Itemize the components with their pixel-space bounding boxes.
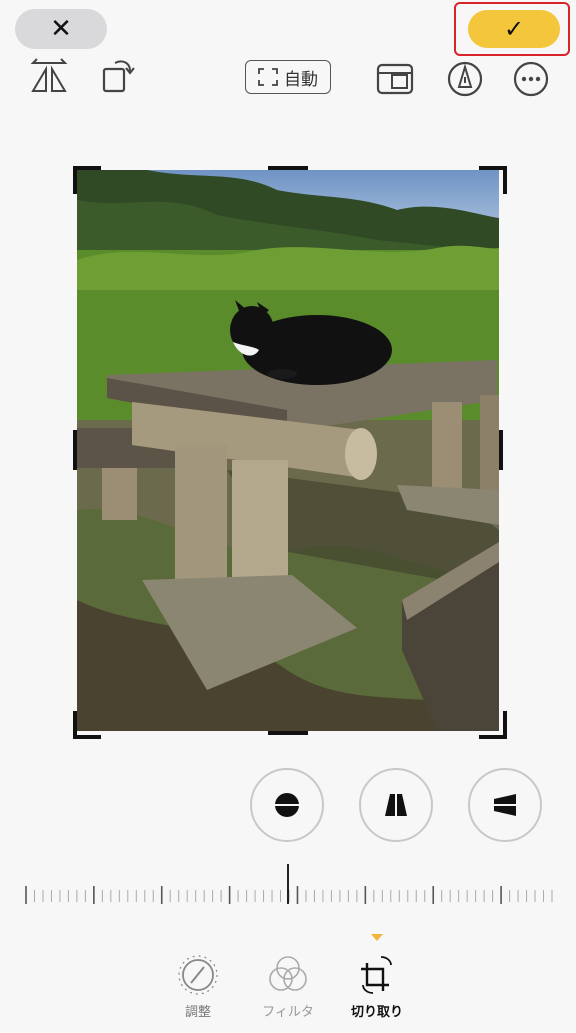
crop-corner-top-right[interactable] bbox=[479, 166, 507, 194]
auto-button[interactable]: 自動 bbox=[245, 60, 331, 94]
filters-icon bbox=[269, 956, 307, 991]
crop-edge-left-handle[interactable] bbox=[73, 430, 77, 470]
crop-corner-bottom-right[interactable] bbox=[479, 711, 507, 739]
tab-adjust-label: 調整 bbox=[184, 1005, 211, 1020]
crop-edge-top-handle[interactable] bbox=[268, 166, 308, 170]
adjust-dial-icon bbox=[178, 955, 218, 995]
horizontal-perspective-button[interactable] bbox=[468, 768, 542, 842]
crop-icon bbox=[361, 956, 392, 994]
photo-canvas[interactable] bbox=[77, 170, 499, 731]
auto-straighten-icon bbox=[258, 68, 278, 86]
crop-edge-bottom-handle[interactable] bbox=[268, 731, 308, 735]
vertical-perspective-button[interactable] bbox=[359, 768, 433, 842]
vertical-perspective-icon bbox=[385, 790, 407, 820]
rotate-icon[interactable] bbox=[99, 55, 139, 95]
selected-tab-indicator bbox=[371, 934, 383, 941]
flip-horizontal-icon[interactable] bbox=[29, 57, 69, 97]
aspect-ratio-icon[interactable] bbox=[375, 59, 415, 99]
cat-on-bench-photo bbox=[77, 170, 499, 731]
tab-adjust[interactable]: 調整 bbox=[158, 953, 238, 1033]
checkmark-icon: ✓ bbox=[503, 15, 525, 43]
horizon-straighten-icon bbox=[272, 793, 302, 817]
tab-crop[interactable]: 切り取り bbox=[337, 953, 417, 1033]
tab-filters[interactable]: フィルタ bbox=[248, 953, 328, 1033]
horizon-straighten-button[interactable] bbox=[250, 768, 324, 842]
more-icon[interactable] bbox=[511, 59, 551, 99]
crop-corner-bottom-left[interactable] bbox=[73, 711, 101, 739]
auto-label: 自動 bbox=[284, 69, 318, 90]
close-icon: ✕ bbox=[50, 14, 72, 44]
markup-icon[interactable] bbox=[445, 59, 485, 99]
done-button[interactable]: ✓ bbox=[468, 10, 560, 48]
tab-crop-label: 切り取り bbox=[350, 1005, 403, 1020]
crop-corner-top-left[interactable] bbox=[73, 166, 101, 194]
crop-edge-right-handle[interactable] bbox=[499, 430, 503, 470]
horizontal-perspective-icon bbox=[490, 794, 520, 816]
cancel-button[interactable]: ✕ bbox=[15, 9, 107, 49]
tab-filters-label: フィルタ bbox=[262, 1005, 314, 1020]
straighten-slider[interactable] bbox=[24, 858, 554, 910]
